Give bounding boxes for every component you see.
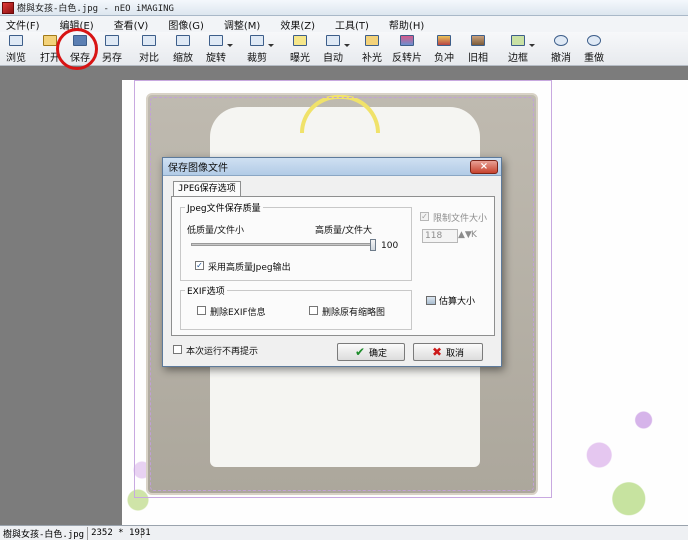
redo-icon — [587, 35, 601, 46]
quality-slider-thumb[interactable] — [370, 239, 376, 251]
quality-value: 100 — [381, 241, 399, 251]
toolbar: 浏览 打开 保存 另存 对比 缩放 旋转 裁剪 曝光 自动 补光 反转片 负冲 … — [0, 32, 688, 66]
dialog-title-bar: 保存图像文件 — [163, 158, 501, 176]
vintage-button[interactable]: 旧相 — [468, 34, 488, 64]
remove-thumbnail-label: 删除原有缩略图 — [322, 308, 386, 318]
cancel-button[interactable]: ✖ 取消 — [413, 343, 483, 361]
menu-file[interactable]: 文件(F) — [6, 17, 40, 32]
compare-icon — [142, 35, 156, 46]
menu-view[interactable]: 查看(V) — [114, 17, 149, 32]
negative-button[interactable]: 负冲 — [434, 34, 454, 64]
exif-group-label: EXIF选项 — [185, 284, 227, 297]
quality-slider-track[interactable] — [191, 243, 373, 246]
limit-size-input[interactable]: 118 — [422, 229, 458, 243]
auto-icon — [326, 35, 340, 46]
remove-thumbnail-checkbox[interactable] — [309, 306, 318, 315]
remove-exif-checkbox[interactable] — [197, 306, 206, 315]
menu-effects[interactable]: 效果(Z) — [280, 17, 315, 32]
menu-help[interactable]: 帮助(H) — [389, 17, 424, 32]
save-as-button[interactable]: 另存 — [102, 34, 122, 64]
jpeg-options-panel: Jpeg文件保存质量 低质量/文件小 高质量/文件大 100 ✓ 采用高质量Jp… — [171, 196, 495, 336]
tab-jpeg-options[interactable]: JPEG保存选项 — [173, 181, 241, 197]
limit-size-label: 限制文件大小 — [433, 214, 488, 224]
exposure-icon — [293, 35, 307, 46]
browse-button[interactable]: 浏览 — [6, 34, 26, 64]
ok-button[interactable]: ✔ 确定 — [337, 343, 405, 361]
slide-film-button[interactable]: 反转片 — [392, 34, 422, 64]
crop-button[interactable]: 裁剪 — [247, 34, 274, 64]
cross-icon: ✖ — [431, 345, 443, 359]
fill-light-button[interactable]: 补光 — [362, 34, 382, 64]
title-bar: 樹與女孩-白色.jpg - nEO iMAGING — [0, 0, 688, 16]
app-icon — [2, 1, 14, 14]
negative-icon — [437, 35, 451, 46]
remove-exif-label: 删除EXIF信息 — [210, 308, 266, 318]
limit-size-unit: K — [471, 230, 477, 240]
save-as-icon — [105, 35, 119, 46]
high-quality-label-text: 采用高质量Jpeg输出 — [208, 263, 291, 273]
exposure-button[interactable]: 曝光 — [290, 34, 310, 64]
chevron-down-icon[interactable] — [227, 44, 233, 47]
crop-icon — [250, 35, 264, 46]
close-button[interactable]: × — [470, 160, 498, 174]
browse-icon — [9, 35, 23, 46]
flower-decoration — [540, 350, 688, 525]
quality-group-label: Jpeg文件保存质量 — [185, 201, 263, 214]
high-quality-checkbox[interactable]: ✓ — [195, 261, 204, 270]
border-button[interactable]: 边框 — [508, 34, 535, 64]
menu-bar: 文件(F) 编辑(E) 查看(V) 图像(G) 调整(M) 效果(Z) 工具(T… — [0, 16, 688, 32]
chevron-down-icon[interactable] — [344, 44, 350, 47]
estimate-size-button[interactable]: 估算大小 — [426, 292, 475, 308]
limit-size-checkbox[interactable]: ✓ — [420, 212, 429, 221]
low-quality-label: 低质量/文件小 — [187, 226, 245, 236]
save-highlight-ring — [56, 28, 98, 70]
check-icon: ✓ — [196, 261, 203, 270]
zoom-icon — [176, 35, 190, 46]
menu-tools[interactable]: 工具(T) — [335, 17, 369, 32]
chevron-down-icon[interactable] — [268, 44, 274, 47]
undo-button[interactable]: 撤消 — [551, 34, 571, 64]
zoom-button[interactable]: 缩放 — [173, 34, 193, 64]
no-prompt-checkbox[interactable] — [173, 345, 182, 354]
compare-button[interactable]: 对比 — [139, 34, 159, 64]
window-title: 樹與女孩-白色.jpg - nEO iMAGING — [17, 4, 174, 14]
folder-icon — [43, 35, 57, 46]
no-prompt-label: 本次运行不再提示 — [186, 347, 259, 357]
spinner-icon[interactable]: ▲▼ — [458, 230, 472, 240]
check-icon: ✓ — [421, 212, 428, 221]
redo-button[interactable]: 重做 — [584, 34, 604, 64]
calculator-icon — [426, 295, 436, 305]
undo-icon — [554, 35, 568, 46]
border-icon — [511, 35, 525, 46]
chevron-down-icon[interactable] — [529, 44, 535, 47]
checkmark-icon: ✔ — [354, 345, 366, 359]
fill-light-icon — [365, 35, 379, 46]
status-filename: 樹與女孩-白色.jpg — [0, 526, 89, 540]
menu-image[interactable]: 图像(G) — [168, 17, 204, 32]
dialog-title: 保存图像文件 — [168, 163, 228, 174]
quality-group: Jpeg文件保存质量 低质量/文件小 高质量/文件大 100 ✓ 采用高质量Jp… — [180, 201, 412, 281]
save-image-dialog: 保存图像文件 × JPEG保存选项 Jpeg文件保存质量 低质量/文件小 高质量… — [162, 157, 502, 367]
high-quality-label: 高质量/文件大 — [315, 226, 373, 236]
auto-button[interactable]: 自动 — [323, 34, 350, 64]
exif-group: EXIF选项 删除EXIF信息 删除原有缩略图 — [180, 284, 412, 330]
vintage-icon — [471, 35, 485, 46]
menu-adjust[interactable]: 调整(M) — [224, 17, 260, 32]
rotate-icon — [209, 35, 223, 46]
rotate-button[interactable]: 旋转 — [206, 34, 233, 64]
status-bar: 樹與女孩-白色.jpg 2352 * 1931 — [0, 525, 688, 540]
slide-film-icon — [400, 35, 414, 46]
status-dimensions: 2352 * 1931 — [88, 528, 151, 538]
